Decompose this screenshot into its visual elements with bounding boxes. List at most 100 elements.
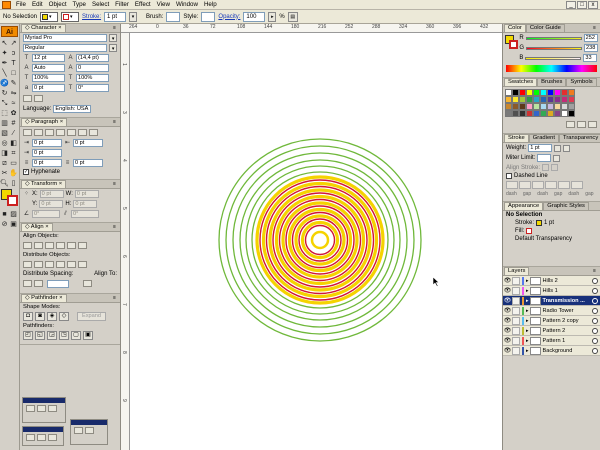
minus-back-button[interactable]: ▣ bbox=[83, 331, 93, 340]
language-select[interactable]: English: USA bbox=[53, 105, 92, 113]
hand-tool-icon[interactable]: ✋ bbox=[9, 169, 18, 178]
stroke-color-icon[interactable] bbox=[7, 195, 18, 206]
b-slider[interactable] bbox=[525, 56, 582, 60]
panel-button[interactable] bbox=[26, 405, 35, 412]
color-swatch[interactable] bbox=[554, 89, 561, 96]
panel-menu-icon[interactable]: ≡ bbox=[111, 224, 118, 230]
crop-button[interactable]: ◳ bbox=[59, 331, 69, 340]
color-swatch[interactable] bbox=[547, 96, 554, 103]
yellow-ring[interactable] bbox=[261, 181, 379, 299]
g-slider[interactable] bbox=[526, 46, 582, 50]
font-size-input[interactable]: 12 pt bbox=[32, 54, 65, 62]
target-circle-icon[interactable] bbox=[592, 317, 598, 324]
yellow-ring[interactable] bbox=[268, 188, 372, 292]
print-tiling-tool-icon[interactable]: ▯ bbox=[9, 179, 18, 188]
color-swatch[interactable] bbox=[540, 89, 547, 96]
tab-swatches[interactable]: Swatches bbox=[504, 78, 538, 86]
expand-arrow-icon[interactable]: ▸ bbox=[526, 328, 529, 334]
type-tool-icon[interactable]: T bbox=[9, 59, 18, 68]
tracking-input[interactable]: 0 bbox=[76, 64, 109, 72]
lock-toggle[interactable] bbox=[512, 276, 520, 285]
color-mode-icon[interactable]: ■ bbox=[0, 210, 9, 219]
color-swatch[interactable] bbox=[512, 89, 519, 96]
panel-button[interactable] bbox=[26, 434, 35, 441]
close-button[interactable]: x bbox=[588, 1, 598, 9]
red-ring[interactable] bbox=[291, 211, 349, 269]
color-swatch[interactable] bbox=[505, 96, 512, 103]
dash-input[interactable] bbox=[558, 181, 570, 189]
pencil-tool-icon[interactable]: ✎ bbox=[9, 79, 18, 88]
eraser-tool-icon[interactable]: ▭ bbox=[9, 159, 18, 168]
color-swatch[interactable] bbox=[561, 89, 568, 96]
visibility-eye-icon[interactable]: 👁︎ bbox=[503, 287, 512, 294]
color-swatch[interactable] bbox=[561, 103, 568, 110]
miter-limit-input[interactable] bbox=[537, 154, 552, 162]
butt-cap-button[interactable] bbox=[554, 144, 562, 152]
leading-input[interactable]: (14,4 pt) bbox=[76, 54, 109, 62]
align-center-stroke-button[interactable] bbox=[542, 164, 550, 171]
underline-button[interactable] bbox=[23, 95, 32, 102]
align-inside-stroke-button[interactable] bbox=[551, 164, 559, 171]
tab-paragraph[interactable]: ◇ Paragraph × bbox=[21, 118, 68, 126]
strikethrough-button[interactable] bbox=[34, 95, 43, 102]
tab-brushes[interactable]: Brushes bbox=[537, 78, 567, 86]
color-swatch[interactable] bbox=[554, 96, 561, 103]
panel-button[interactable] bbox=[37, 434, 46, 441]
menu-object[interactable]: Object bbox=[46, 0, 70, 10]
color-swatch[interactable] bbox=[526, 96, 533, 103]
tab-color-guide[interactable]: Color Guide bbox=[525, 24, 565, 32]
color-swatch[interactable] bbox=[554, 110, 561, 117]
color-swatch[interactable] bbox=[512, 103, 519, 110]
color-swatch[interactable] bbox=[568, 103, 575, 110]
selection-tool-icon[interactable]: ↖ bbox=[0, 39, 9, 48]
live-paint-selection-icon[interactable]: ◨ bbox=[0, 149, 9, 158]
align-to-button[interactable] bbox=[83, 280, 92, 287]
layer-name[interactable]: Background bbox=[543, 348, 573, 354]
rotate-angle-input[interactable]: 0° bbox=[32, 210, 60, 218]
r-slider[interactable] bbox=[525, 36, 582, 40]
align-top-button[interactable] bbox=[56, 242, 65, 249]
panel-menu-icon[interactable]: ≡ bbox=[591, 268, 598, 274]
brush-definition-dropdown[interactable] bbox=[166, 11, 181, 22]
layer-row[interactable]: 👁︎ ▸ Hills 1 bbox=[503, 286, 600, 296]
stroke-weight-input[interactable]: 1 pt bbox=[104, 11, 127, 22]
appearance-fill-swatch[interactable] bbox=[526, 228, 533, 234]
paintbrush-tool-icon[interactable]: ♐ bbox=[0, 79, 9, 88]
outline-button[interactable]: ▢ bbox=[71, 331, 81, 340]
color-swatch[interactable] bbox=[526, 110, 533, 117]
hyphenate-checkbox[interactable]: ✓ bbox=[23, 169, 29, 175]
yellow-ring[interactable] bbox=[300, 220, 340, 260]
slice-tool-icon[interactable]: ⧄ bbox=[0, 159, 9, 168]
target-circle-icon[interactable] bbox=[592, 297, 598, 304]
visibility-eye-icon[interactable]: 👁︎ bbox=[503, 297, 512, 304]
tab-graphic-styles[interactable]: Graphic Styles bbox=[543, 202, 589, 210]
rotate-tool-icon[interactable]: ↻ bbox=[0, 89, 9, 98]
opacity-link[interactable]: Opacity: bbox=[218, 14, 240, 20]
align-right-button[interactable] bbox=[45, 129, 54, 136]
justify-right-button[interactable] bbox=[78, 129, 87, 136]
shear-angle-input[interactable]: 0° bbox=[71, 210, 99, 218]
lock-toggle[interactable] bbox=[512, 286, 520, 295]
layer-name[interactable]: Hills 1 bbox=[543, 288, 558, 294]
b-input[interactable]: 33 bbox=[583, 54, 598, 62]
tab-transform[interactable]: ◇ Transform × bbox=[21, 180, 67, 188]
gap-input[interactable] bbox=[519, 181, 531, 189]
panel-menu-icon[interactable]: ≡ bbox=[111, 119, 118, 125]
color-swatch[interactable] bbox=[505, 103, 512, 110]
justify-left-button[interactable] bbox=[56, 129, 65, 136]
vertical-ruler[interactable]: 1 3 4 5 6 7 8 9 bbox=[121, 33, 130, 450]
distribute-bottom-button[interactable] bbox=[45, 261, 54, 268]
center-ring[interactable] bbox=[310, 230, 330, 250]
color-swatch[interactable] bbox=[540, 103, 547, 110]
tab-transparency[interactable]: Transparency bbox=[559, 134, 600, 142]
gap-input[interactable] bbox=[571, 181, 583, 189]
magic-wand-tool-icon[interactable]: ✦ bbox=[0, 49, 9, 58]
font-style-select[interactable]: Regular bbox=[23, 44, 108, 52]
color-swatch[interactable] bbox=[533, 110, 540, 117]
spacing-input[interactable] bbox=[47, 280, 69, 288]
color-swatch[interactable] bbox=[554, 103, 561, 110]
target-circle-icon[interactable] bbox=[592, 287, 598, 294]
merge-button[interactable]: ◲ bbox=[47, 331, 57, 340]
screen-mode-icon[interactable]: ▣ bbox=[9, 220, 18, 229]
layer-name[interactable]: Transmission ... bbox=[543, 298, 585, 304]
